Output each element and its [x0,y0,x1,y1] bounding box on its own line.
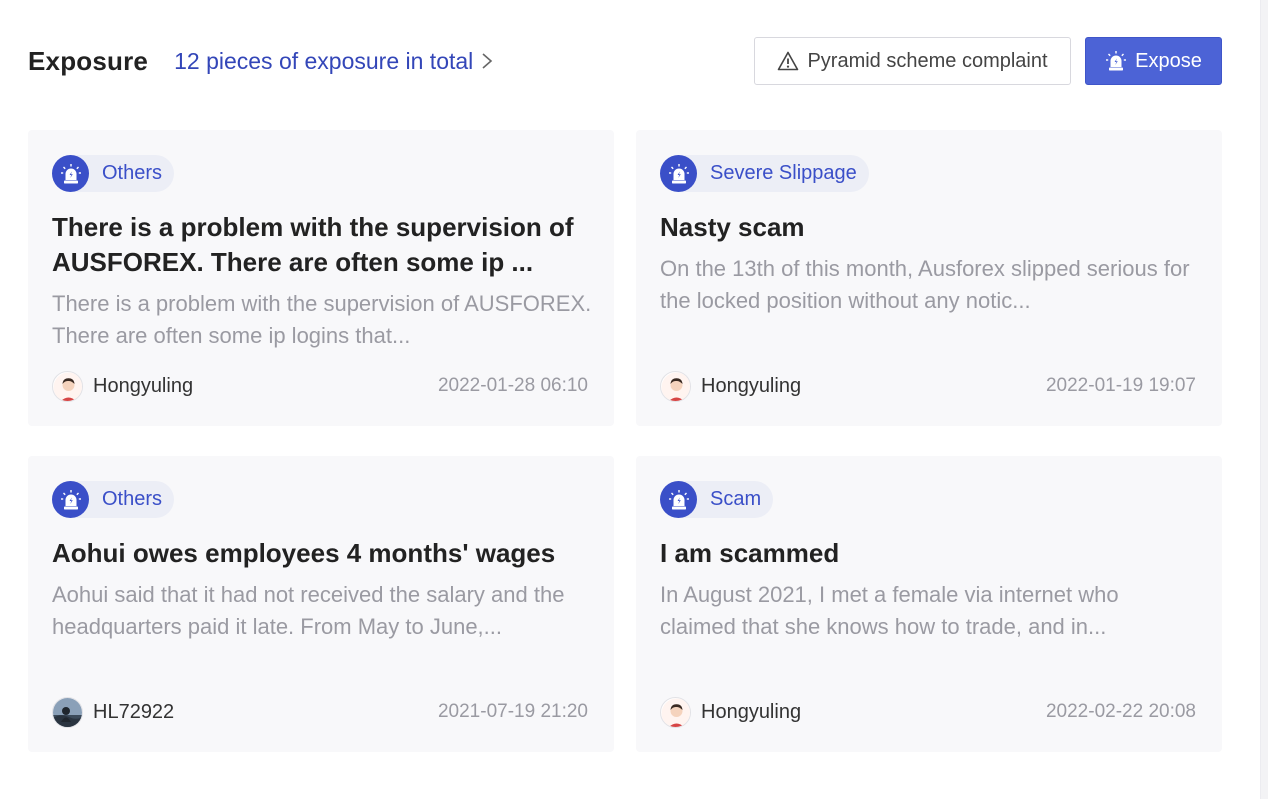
alarm-siren-icon [660,155,697,192]
category-label: Scam [710,488,762,510]
category-label: Severe Slippage [710,162,857,184]
category-label: Others [102,488,163,510]
category-tag[interactable]: Others [52,481,175,518]
card-title[interactable]: Aohui owes employees 4 months' wages [52,536,592,571]
alarm-siren-icon [660,481,697,518]
card-description: On the 13th of this month, Ausforex slip… [660,256,1190,313]
card-title[interactable]: I am scammed [660,536,1200,571]
card-footer: Hongyuling 2022-01-19 19:07 [660,370,1196,402]
card-footer: Hongyuling 2022-01-28 06:10 [52,370,588,402]
card-title[interactable]: There is a problem with the supervision … [52,210,592,280]
post-date: 2022-01-19 19:07 [1045,375,1196,396]
post-date: 2021-07-19 21:20 [437,701,588,722]
card-footer: Hongyuling 2022-02-22 20:08 [660,696,1196,728]
header-actions: Pyramid scheme complaint Expose [754,37,1222,85]
page-title: Exposure [28,45,149,76]
total-exposure-label: 12 pieces of exposure in total [174,47,474,74]
author-name[interactable]: Hongyuling [701,701,801,724]
card-description: Aohui said that it had not received the … [52,582,565,639]
pyramid-scheme-complaint-button[interactable]: Pyramid scheme complaint [754,37,1071,85]
card-description: In August 2021, I met a female via inter… [660,582,1119,639]
author-name[interactable]: Hongyuling [93,375,193,398]
total-exposure-link[interactable]: 12 pieces of exposure in total [174,48,493,75]
warning-triangle-icon [777,51,799,71]
exposure-card[interactable]: Others There is a problem with the super… [28,130,614,426]
author-name[interactable]: HL72922 [93,701,174,724]
category-tag[interactable]: Others [52,155,175,192]
category-label: Others [102,162,163,184]
alarm-siren-icon [52,155,89,192]
scrollbar-track[interactable] [1260,0,1268,799]
avatar[interactable] [52,370,83,402]
post-date: 2022-02-22 20:08 [1045,701,1196,722]
alarm-siren-icon [52,481,89,518]
complaint-button-label: Pyramid scheme complaint [807,49,1048,72]
category-tag[interactable]: Severe Slippage [660,155,869,192]
avatar[interactable] [52,696,83,728]
category-tag[interactable]: Scam [660,481,774,518]
expose-button[interactable]: Expose [1085,37,1222,85]
exposure-header: Exposure 12 pieces of exposure in total … [28,36,1222,86]
card-footer: HL72922 2021-07-19 21:20 [52,696,588,728]
avatar[interactable] [660,696,691,728]
exposure-card[interactable]: Others Aohui owes employees 4 months' wa… [28,456,614,752]
expose-button-label: Expose [1135,49,1202,72]
avatar[interactable] [660,370,691,402]
card-description: There is a problem with the supervision … [52,291,592,348]
card-title[interactable]: Nasty scam [660,210,1200,245]
post-date: 2022-01-28 06:10 [437,375,588,396]
chevron-right-icon [482,53,493,69]
exposure-card[interactable]: Scam I am scammed In August 2021, I met … [636,456,1222,752]
exposure-card[interactable]: Severe Slippage Nasty scam On the 13th o… [636,130,1222,426]
alarm-siren-icon [1105,50,1127,72]
author-name[interactable]: Hongyuling [701,375,801,398]
